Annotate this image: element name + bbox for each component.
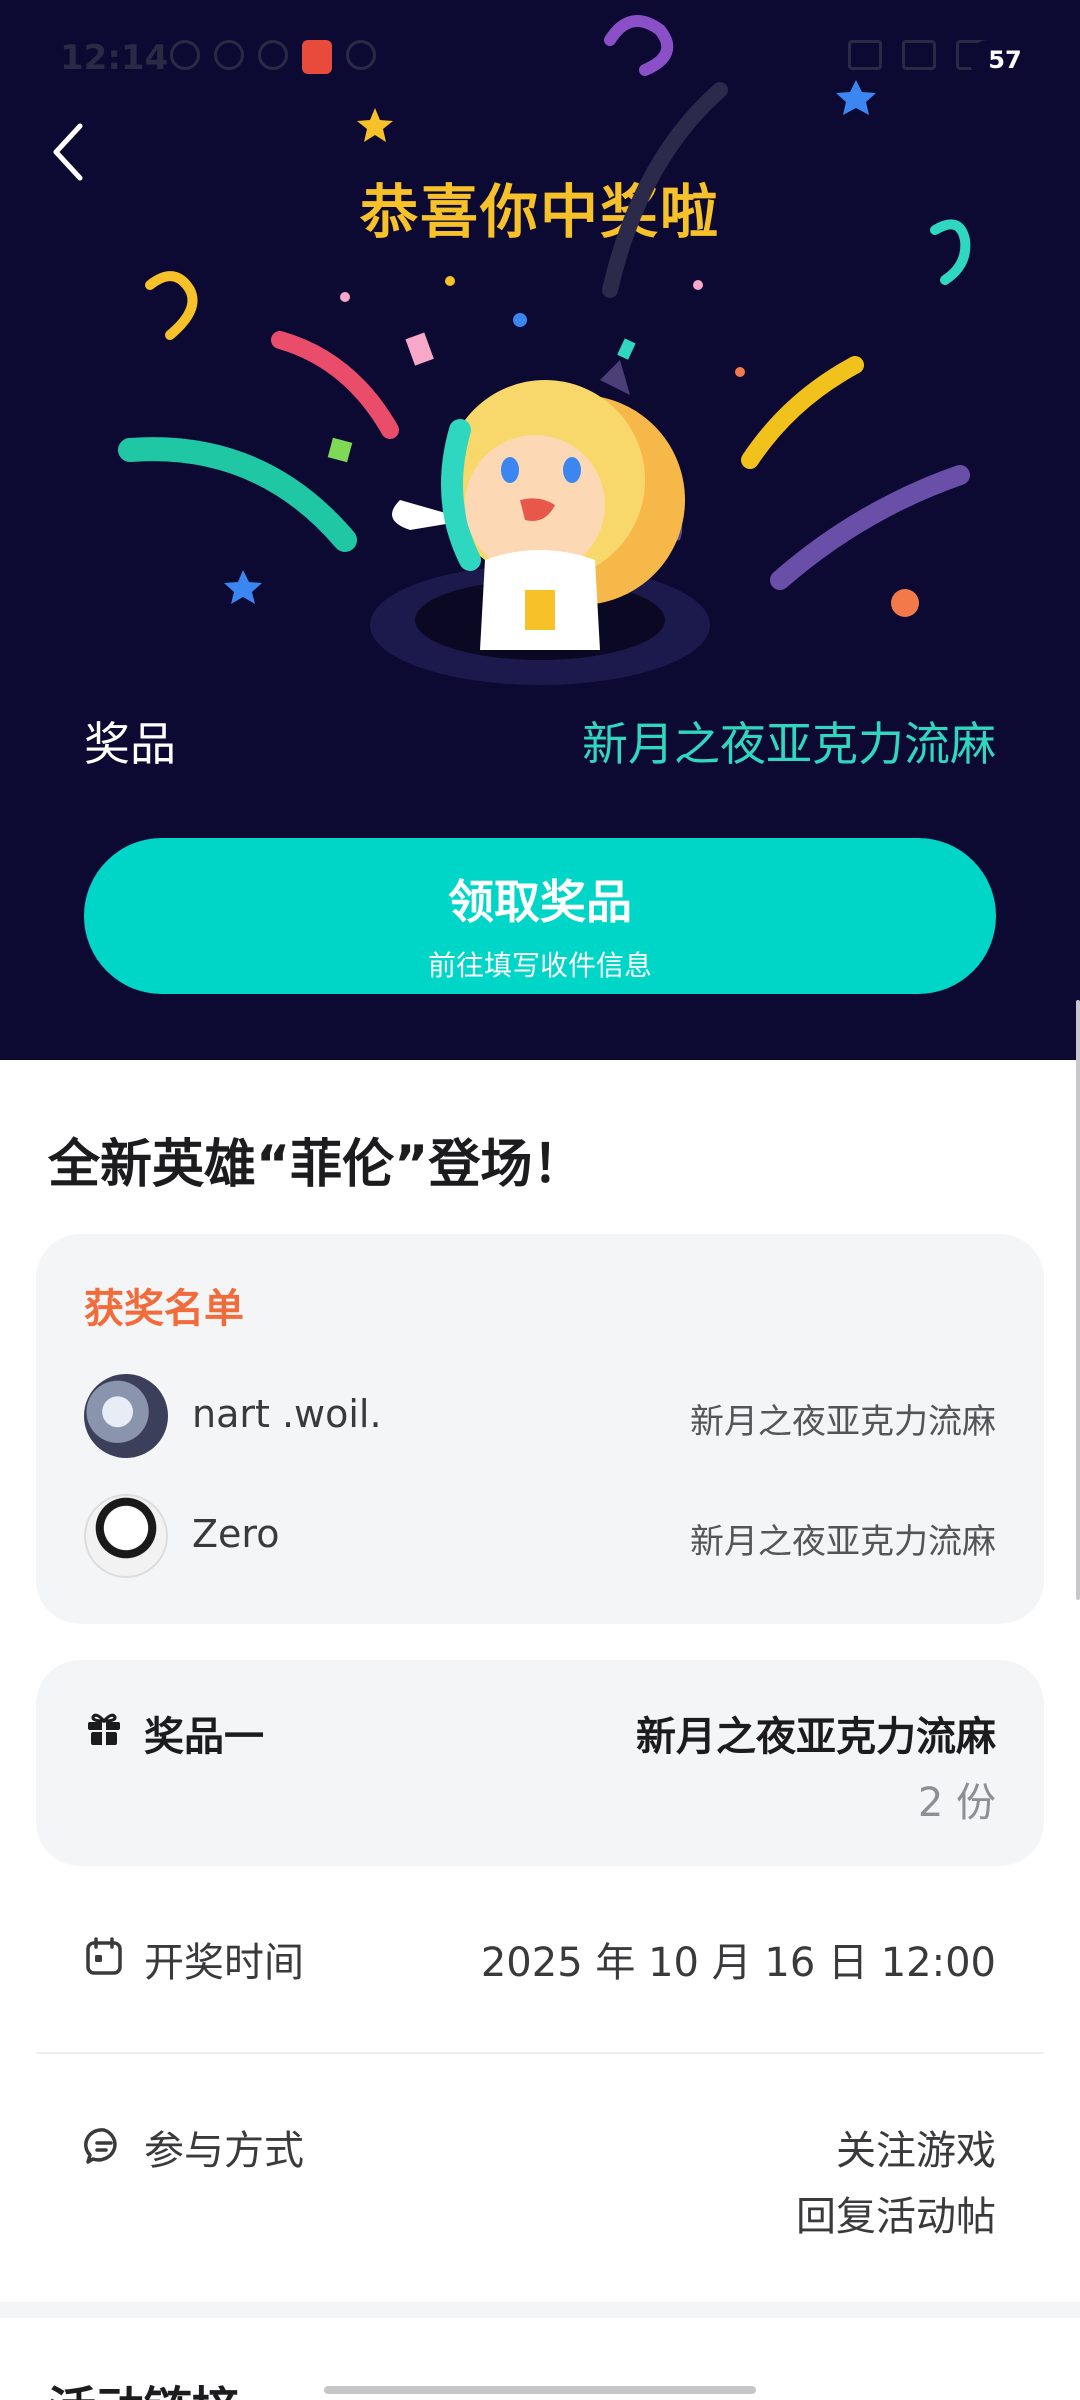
participation-label: 参与方式 xyxy=(144,2128,304,2174)
winner-prize: 新月之夜亚克力流麻 xyxy=(690,1402,996,1442)
chat-bubble-icon xyxy=(84,2128,117,2164)
prize-hero: 12:14 57 恭喜你中奖啦 奖品 新月之夜亚克力流麻 领取奖品 前往填写收件… xyxy=(0,0,1080,1060)
claim-prize-title: 领取奖品 xyxy=(448,875,632,929)
scrollbar[interactable] xyxy=(1076,1000,1080,1600)
avatar xyxy=(84,1374,168,1458)
winner-row[interactable]: Zero 新月之夜亚克力流麻 xyxy=(84,1494,996,1578)
winner-prize: 新月之夜亚克力流麻 xyxy=(690,1522,996,1562)
prize-value: 新月之夜亚克力流麻 xyxy=(582,717,996,771)
prize-details-card: 奖品一 新月之夜亚克力流麻 2 份 xyxy=(36,1660,1044,1866)
prize-tier: 奖品一 xyxy=(144,1714,264,1760)
participation-method: 回复活动帖 xyxy=(796,2194,996,2240)
claim-prize-button[interactable]: 领取奖品 前往填写收件信息 xyxy=(84,838,996,994)
winners-title: 获奖名单 xyxy=(84,1286,244,1332)
draw-time-label: 开奖时间 xyxy=(144,1940,304,1986)
calendar-icon xyxy=(86,1937,122,1975)
gift-icon xyxy=(88,1713,120,1745)
divider xyxy=(36,2052,1044,2054)
home-indicator[interactable] xyxy=(324,2386,756,2394)
avatar xyxy=(84,1494,168,1578)
winner-name: Zero xyxy=(192,1512,280,1556)
prize-quantity: 2 份 xyxy=(917,1780,996,1826)
prize-name: 新月之夜亚克力流麻 xyxy=(636,1714,996,1760)
event-title: 全新英雄“菲伦”登场！ xyxy=(48,1135,585,1195)
claim-prize-subtitle: 前往填写收件信息 xyxy=(427,949,652,982)
participation-method: 关注游戏 xyxy=(836,2128,996,2174)
draw-time-value: 2025 年 10 月 16 日 12:00 xyxy=(480,1940,996,1986)
winner-row[interactable]: nart .woil. 新月之夜亚克力流麻 xyxy=(84,1374,996,1458)
prize-label: 奖品 xyxy=(84,717,176,771)
winners-card: 获奖名单 nart .woil. 新月之夜亚克力流麻 Zero 新月之夜亚克力流… xyxy=(36,1234,1044,1624)
winner-name: nart .woil. xyxy=(192,1392,382,1436)
activity-links-title: 活动链接 xyxy=(48,2370,240,2400)
celebration-illustration xyxy=(118,15,971,685)
section-separator xyxy=(0,2302,1080,2318)
